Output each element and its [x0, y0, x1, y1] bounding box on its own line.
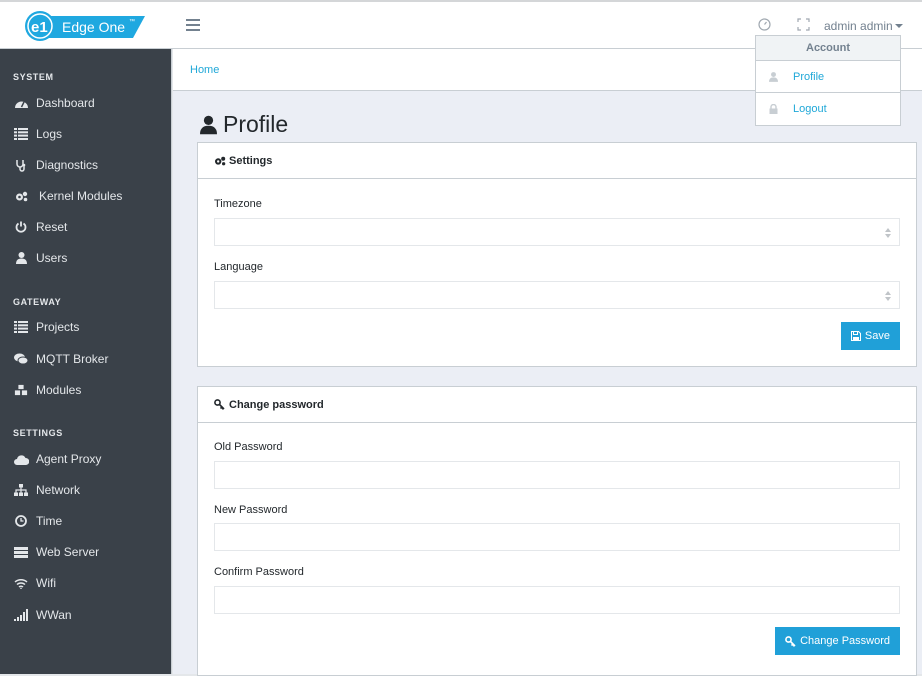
cubes-icon	[13, 383, 29, 397]
sidebar-item-projects[interactable]: Projects	[13, 320, 79, 334]
sidebar-item-label: Network	[36, 483, 81, 497]
select-arrows-icon	[885, 228, 891, 238]
language-label: Language	[214, 261, 263, 273]
brand-text: Edge One	[62, 19, 125, 35]
sidebar-item-label: Reset	[36, 220, 68, 234]
settings-card-title: Settings	[229, 154, 273, 167]
comments-icon	[13, 352, 29, 366]
sidebar-item-logs[interactable]: Logs	[13, 127, 62, 141]
change-password-button[interactable]: Change Password	[775, 627, 900, 655]
clock-icon	[13, 514, 29, 528]
change-password-card-title: Change password	[229, 398, 324, 411]
sidebar-item-agent-proxy[interactable]: Agent Proxy	[13, 452, 101, 466]
sidebar-item-label: Kernel Modules	[39, 189, 123, 203]
settings-card-header: Settings	[198, 143, 916, 179]
language-select[interactable]	[214, 281, 900, 309]
timezone-select[interactable]	[214, 218, 900, 246]
page-title: Profile	[200, 111, 288, 138]
confirm-password-input[interactable]	[214, 586, 900, 614]
sitemap-icon	[13, 483, 29, 497]
sidebar-item-label: Time	[36, 514, 63, 528]
sidebar-item-mqtt-broker[interactable]: MQTT Broker	[13, 352, 108, 366]
list-icon	[13, 127, 29, 141]
sidebar-section-gateway: GATEWAY	[13, 297, 62, 307]
sidebar-item-diagnostics[interactable]: Diagnostics	[13, 158, 98, 172]
sidebar-item-label: Projects	[36, 320, 80, 334]
server-icon	[13, 545, 29, 559]
stethoscope-icon	[13, 158, 29, 172]
caret-down-icon	[894, 24, 903, 28]
user-name: admin admin	[824, 19, 893, 33]
key-icon	[214, 399, 225, 410]
sidebar-item-label: WWan	[36, 608, 72, 622]
sidebar-toggle-hamburger-icon[interactable]	[186, 19, 200, 31]
cogs-icon	[215, 156, 226, 165]
sidebar-item-web-server[interactable]: Web Server	[13, 545, 99, 559]
change-password-card-header: Change password	[198, 387, 916, 423]
save-button-label: Save	[864, 330, 890, 342]
sidebar-item-label: Dashboard	[36, 96, 95, 110]
sidebar-item-network[interactable]: Network	[13, 483, 80, 497]
sidebar-item-label: MQTT Broker	[36, 352, 109, 366]
trademark: ™	[129, 18, 135, 25]
dashboard-icon	[13, 96, 29, 110]
main-content: Home Profile Settings Timezone Language …	[173, 49, 922, 676]
confirm-password-label: Confirm Password	[214, 566, 304, 578]
sidebar-item-label: Web Server	[36, 545, 100, 559]
sidebar: SYSTEM Dashboard Logs Diagnostics Kernel…	[0, 49, 172, 674]
sidebar-item-wifi[interactable]: Wifi	[13, 576, 56, 590]
cogs-icon	[13, 189, 29, 203]
power-icon	[13, 220, 29, 234]
sidebar-item-dashboard[interactable]: Dashboard	[13, 96, 95, 110]
sidebar-item-label: Wifi	[36, 576, 56, 590]
account-dropdown-menu: Account Profile Logout	[755, 35, 901, 126]
user-icon	[200, 115, 217, 134]
sidebar-item-reset[interactable]: Reset	[13, 220, 67, 234]
user-menu-toggle[interactable]: admin admin	[824, 19, 903, 33]
sidebar-item-kernel-modules[interactable]: Kernel Modules	[13, 189, 122, 203]
svg-text:e1: e1	[31, 19, 48, 36]
new-password-input[interactable]	[214, 523, 900, 551]
sidebar-item-label: Users	[36, 251, 68, 265]
gauge-icon[interactable]	[758, 18, 771, 31]
new-password-label: New Password	[214, 504, 288, 516]
sidebar-item-label: Diagnostics	[36, 158, 99, 172]
user-icon	[768, 71, 778, 82]
sidebar-item-wwan[interactable]: WWan	[13, 608, 72, 622]
sidebar-item-label: Logs	[36, 127, 63, 141]
page-title-text: Profile	[223, 111, 289, 137]
sidebar-item-time[interactable]: Time	[13, 514, 62, 528]
sidebar-section-system: SYSTEM	[13, 72, 54, 82]
dropdown-item-logout[interactable]: Logout	[756, 93, 900, 125]
sidebar-item-modules[interactable]: Modules	[13, 383, 81, 397]
dropdown-item-profile[interactable]: Profile	[756, 61, 900, 93]
floppy-disk-icon	[850, 331, 861, 341]
user-icon	[13, 251, 29, 265]
signal-icon	[13, 608, 29, 622]
timezone-label: Timezone	[214, 198, 262, 210]
key-icon	[785, 635, 796, 647]
edge-one-logo[interactable]: e1 Edge One ™	[25, 11, 147, 41]
save-button[interactable]: Save	[840, 322, 900, 350]
change-password-card: Change password Old Password New Passwor…	[197, 386, 917, 676]
cloud-icon	[13, 452, 29, 466]
wifi-icon	[13, 576, 29, 590]
list-icon	[13, 320, 29, 334]
fullscreen-icon[interactable]	[797, 18, 810, 31]
dropdown-header: Account	[756, 36, 900, 61]
old-password-input[interactable]	[214, 461, 900, 489]
settings-card: Settings Timezone Language Save	[197, 142, 917, 367]
lock-icon	[768, 104, 778, 114]
sidebar-item-label: Modules	[36, 383, 82, 397]
breadcrumb-home-link[interactable]: Home	[190, 64, 219, 76]
old-password-label: Old Password	[214, 441, 283, 453]
sidebar-section-settings: SETTINGS	[13, 428, 63, 438]
select-arrows-icon	[885, 291, 891, 301]
dropdown-item-label: Profile	[793, 70, 825, 83]
sidebar-item-label: Agent Proxy	[36, 452, 102, 466]
change-password-button-label: Change Password	[800, 635, 890, 647]
dropdown-item-label: Logout	[793, 103, 827, 115]
sidebar-item-users[interactable]: Users	[13, 251, 67, 265]
